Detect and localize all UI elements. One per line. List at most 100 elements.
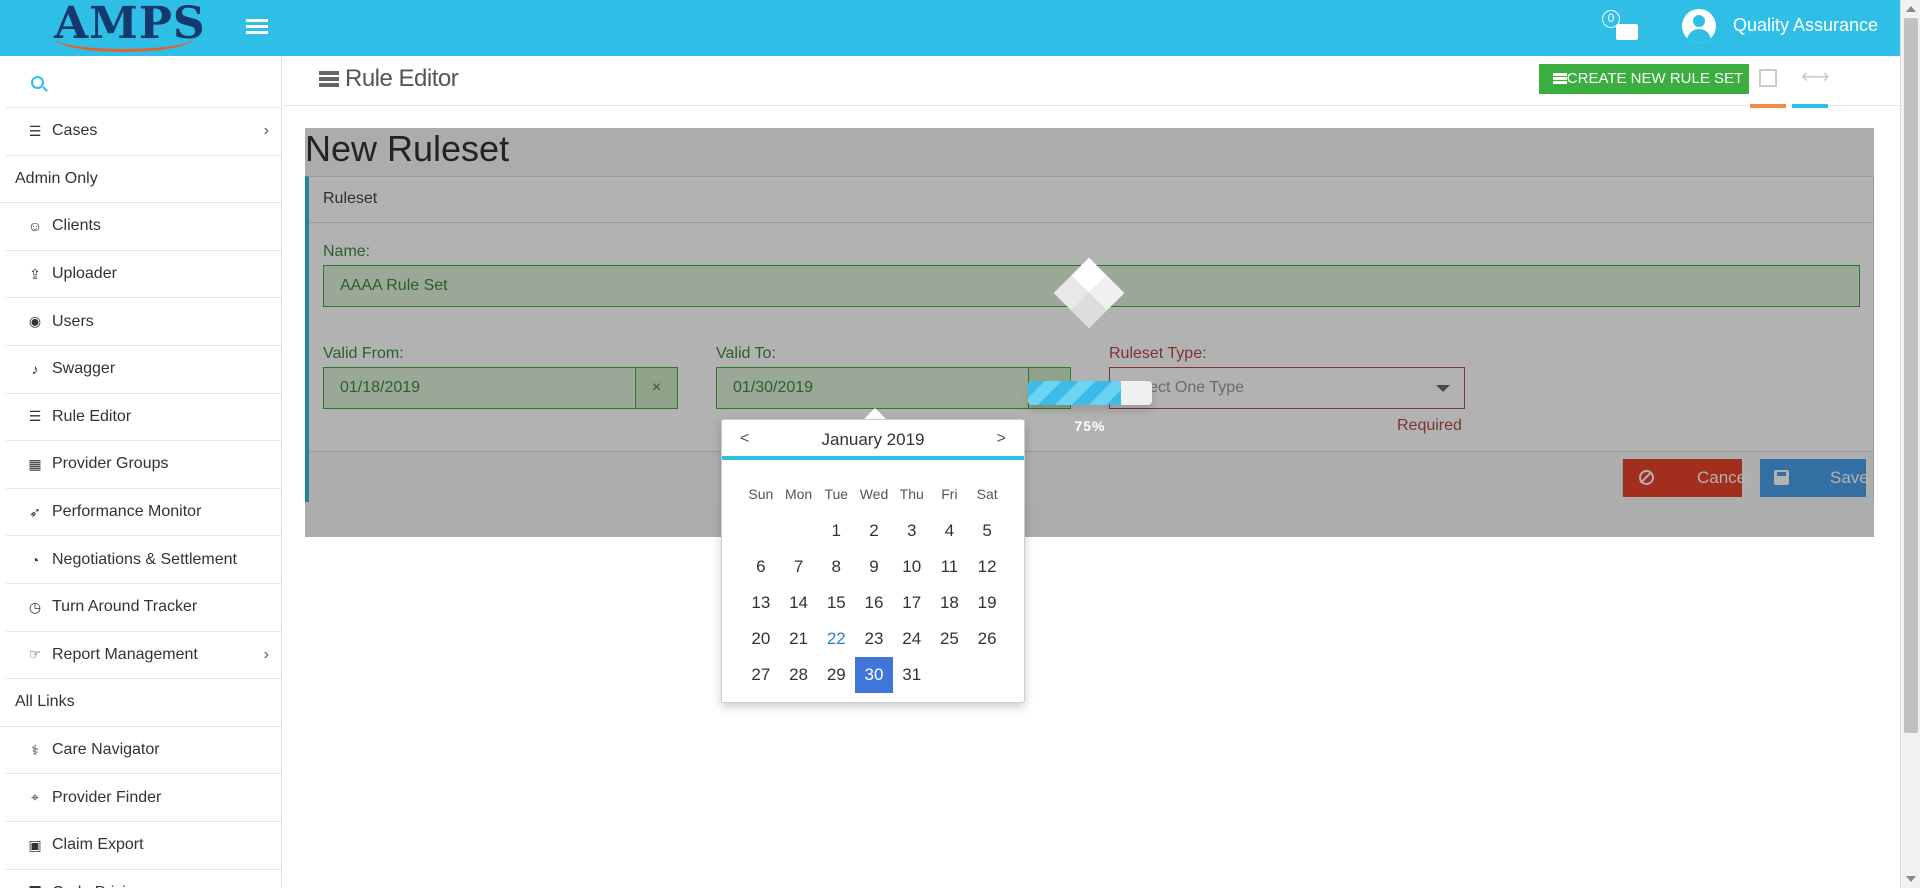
day-cell[interactable]: 15 [817, 585, 855, 621]
day-cell[interactable]: 9 [855, 549, 893, 585]
list-icon [319, 71, 339, 89]
sidebar-item-swagger[interactable]: ♪ Swagger [6, 346, 281, 394]
sidebar-item-provider-groups[interactable]: ▦ Provider Groups [6, 441, 281, 489]
accent-bar-orange [1750, 104, 1786, 108]
weekday-label: Sat [976, 486, 998, 502]
messages-button[interactable]: 0 [1602, 10, 1638, 44]
sidebar-item-care-navigator[interactable]: ⚕ Care Navigator [6, 727, 281, 775]
resize-horizontal-icon[interactable]: ⟷ [1801, 64, 1830, 89]
sidebar-item-cases[interactable]: ☰ Cases › [6, 108, 281, 156]
day-cell[interactable]: 14 [780, 585, 818, 621]
day-cell[interactable]: 29 [817, 657, 855, 693]
day-cell[interactable]: 11 [931, 549, 969, 585]
weekday-label: Mon [784, 486, 813, 502]
sidebar-item-negotiations-settlement[interactable]: ◔ Negotiations & Settlement [6, 536, 281, 584]
create-button-label: CREATE NEW RULE SET [1566, 70, 1744, 87]
sidebar-item-provider-finder[interactable]: ⌖ Provider Finder [6, 774, 281, 822]
sidebar-item-claim-export[interactable]: ▣ Claim Export [6, 822, 281, 870]
sidebar-item-clients[interactable]: ☺ Clients [6, 203, 281, 251]
next-month-button[interactable]: > [997, 430, 1006, 448]
day-cell[interactable]: 18 [931, 585, 969, 621]
sidebar-item-rule-editor[interactable]: ☰ Rule Editor [6, 394, 281, 442]
day-cell[interactable]: 5 [968, 513, 1006, 549]
weekday-label: Wed [859, 486, 889, 502]
bar-chart-icon: ▇ [26, 884, 44, 888]
list-icon [1553, 73, 1567, 85]
sidebar-item-label: Provider Groups [52, 455, 169, 473]
day-cell[interactable]: 20 [742, 621, 780, 657]
loading-progress-bar [1028, 381, 1152, 405]
create-new-rule-set-button[interactable]: CREATE NEW RULE SET [1539, 64, 1749, 94]
day-cell[interactable]: 24 [893, 621, 931, 657]
page-title: Rule Editor [345, 65, 459, 92]
sidebar-item-label: Provider Finder [52, 788, 162, 806]
sidebar-item-code-pricing[interactable]: ▇ Code Pricing [6, 870, 281, 888]
book-icon: ☰ [28, 122, 42, 139]
stethoscope-icon: ⚕ [31, 741, 39, 758]
sidebar-item-label: Report Management [52, 645, 198, 663]
day-cell[interactable]: 21 [780, 621, 818, 657]
day-cell-selected[interactable]: 30 [855, 657, 893, 693]
list-icon: ☰ [28, 408, 42, 425]
scroll-down-icon[interactable] [1906, 876, 1916, 882]
sidebar-item-uploader[interactable]: ⇪ Uploader [6, 251, 281, 299]
envelope-icon [1616, 24, 1638, 40]
scroll-thumb[interactable] [1904, 18, 1918, 733]
sidebar-item-users[interactable]: ◉ Users [6, 298, 281, 346]
day-cell[interactable]: 16 [855, 585, 893, 621]
sidebar-item-label: Claim Export [52, 836, 144, 854]
progress-fill [1028, 381, 1121, 405]
user-name[interactable]: Quality Assurance [1733, 15, 1878, 36]
day-cell[interactable]: 1 [817, 513, 855, 549]
sidebar-item-label: Swagger [52, 360, 116, 378]
progress-label: 75% [1074, 418, 1106, 434]
day-cell[interactable]: 12 [968, 549, 1006, 585]
sidebar-item-label: Negotiations & Settlement [52, 550, 237, 568]
scroll-up-icon[interactable] [1906, 6, 1916, 12]
weekday-header: Sun Mon Tue Wed Thu Fri Sat [742, 486, 1006, 502]
day-cell[interactable]: 26 [968, 621, 1006, 657]
day-cell[interactable]: 4 [931, 513, 969, 549]
floppy-icon: ▣ [28, 836, 42, 853]
sidebar-item-label: Turn Around Tracker [52, 598, 198, 616]
sidebar-item-performance-monitor[interactable]: ➶ Performance Monitor [6, 489, 281, 537]
datepicker: < January 2019 > Sun Mon Tue Wed Thu Fri Sat 1… [721, 419, 1025, 703]
cubes-icon: ▦ [28, 455, 42, 472]
content-header: Rule Editor CREATE NEW RULE SET ⟷ [283, 56, 1900, 108]
datepicker-days: 1 2 3 4 5 6 7 8 9 10 11 12 13 14 15 16 17 18 19 20 21 22 23 24 2… [742, 513, 1006, 693]
day-cell[interactable]: 27 [742, 657, 780, 693]
day-cell[interactable]: 23 [855, 621, 893, 657]
day-cell[interactable]: 13 [742, 585, 780, 621]
day-cell[interactable]: 3 [893, 513, 931, 549]
day-cell[interactable]: 10 [893, 549, 931, 585]
fullscreen-icon[interactable] [1759, 69, 1777, 87]
day-cell[interactable]: 28 [780, 657, 818, 693]
page-scrollbar[interactable] [1900, 0, 1920, 888]
sidebar-item-label: Clients [52, 217, 101, 235]
sidebar-section-label: Admin Only [0, 156, 281, 204]
day-cell[interactable]: 31 [893, 657, 931, 693]
amps-logo[interactable]: AMPS [48, 0, 205, 56]
day-cell[interactable]: 2 [855, 513, 893, 549]
upload-icon: ⇪ [29, 265, 41, 282]
day-cell[interactable]: 8 [817, 549, 855, 585]
day-cell[interactable]: 17 [893, 585, 931, 621]
sidebar-item-turn-around-tracker[interactable]: ◷ Turn Around Tracker [6, 584, 281, 632]
rocket-icon: ➶ [29, 503, 41, 520]
sidebar: ☰ Cases › Admin Only ☺ Clients ⇪ Uploader ◉ Users… [0, 56, 282, 888]
loading-overlay [305, 128, 1874, 537]
map-marker-icon: ⌖ [31, 789, 39, 806]
sidebar-item-report-management[interactable]: ☞ Report Management › [6, 632, 281, 680]
day-cell[interactable]: 7 [780, 549, 818, 585]
day-cell-today[interactable]: 22 [817, 621, 855, 657]
day-cell[interactable]: 25 [931, 621, 969, 657]
sidebar-search[interactable] [6, 56, 281, 108]
menu-toggle-icon[interactable] [246, 16, 270, 38]
search-icon[interactable] [31, 76, 44, 89]
day-cell[interactable]: 19 [968, 585, 1006, 621]
top-navbar: AMPS 0 Quality Assurance [0, 0, 1900, 56]
day-cell[interactable]: 6 [742, 549, 780, 585]
user-avatar-icon[interactable] [1682, 9, 1716, 43]
empty-day-cell [742, 513, 780, 549]
datepicker-month-title[interactable]: January 2019 [722, 430, 1024, 450]
